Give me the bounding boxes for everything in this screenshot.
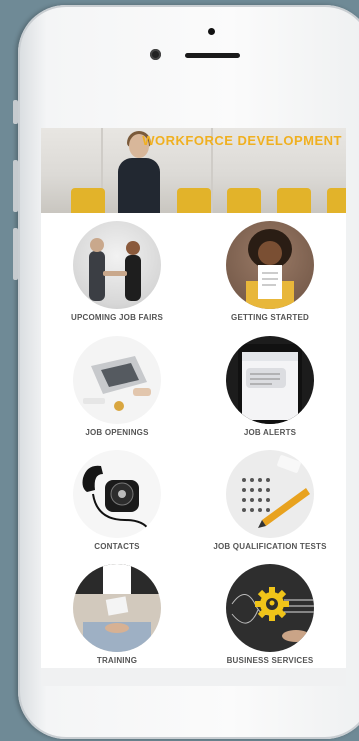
phone-message-icon [226, 336, 314, 424]
tile-label: GETTING STARTED [231, 313, 309, 322]
tile-job-qualification-tests[interactable]: JOB QUALIFICATION TESTS [194, 450, 346, 551]
chair [327, 188, 346, 213]
rotary-phone-icon [73, 450, 161, 538]
tile-job-alerts[interactable]: JOB ALERTS [194, 336, 346, 437]
mute-switch [13, 100, 18, 124]
chair [71, 188, 105, 213]
earpiece-speaker [185, 53, 240, 58]
chair [177, 188, 211, 213]
laptop-icon [73, 336, 161, 424]
header-banner: WORKFORCE DEVELOPMENT [41, 128, 346, 213]
app-screen: WORKFORCE DEVELOPMENT UPCOMING JOB FAIRS [41, 128, 346, 668]
tile-label: JOB QUALIFICATION TESTS [213, 542, 327, 551]
handshake-icon [73, 221, 161, 309]
volume-up-button [13, 160, 18, 212]
tile-label: JOB OPENINGS [85, 428, 149, 437]
banner-title: WORKFORCE DEVELOPMENT [142, 133, 342, 148]
chair [227, 188, 261, 213]
tile-job-openings[interactable]: JOB OPENINGS [41, 336, 193, 437]
tile-training[interactable]: TRAINING [41, 564, 193, 665]
resume-icon [226, 221, 314, 309]
banner-person-body [118, 158, 160, 213]
front-camera [150, 49, 161, 60]
tile-business-services[interactable]: BUSINESS SERVICES [194, 564, 346, 665]
meeting-table-icon [73, 564, 161, 652]
volume-down-button [13, 228, 18, 280]
chair [277, 188, 311, 213]
tile-label: TRAINING [96, 656, 138, 665]
screen-bottom-edge [41, 668, 346, 686]
tile-label: UPCOMING JOB FAIRS [70, 313, 164, 322]
tile-getting-started[interactable]: GETTING STARTED [194, 221, 346, 322]
tile-upcoming-job-fairs[interactable]: UPCOMING JOB FAIRS [41, 221, 193, 322]
tile-contacts[interactable]: CONTACTS [41, 450, 193, 551]
gear-network-icon [226, 564, 314, 652]
tile-label: JOB ALERTS [243, 428, 297, 437]
tile-label: BUSINESS SERVICES [226, 656, 314, 665]
test-sheet-pencil-icon [226, 450, 314, 538]
front-sensor [208, 28, 215, 35]
tile-label: CONTACTS [94, 542, 140, 551]
